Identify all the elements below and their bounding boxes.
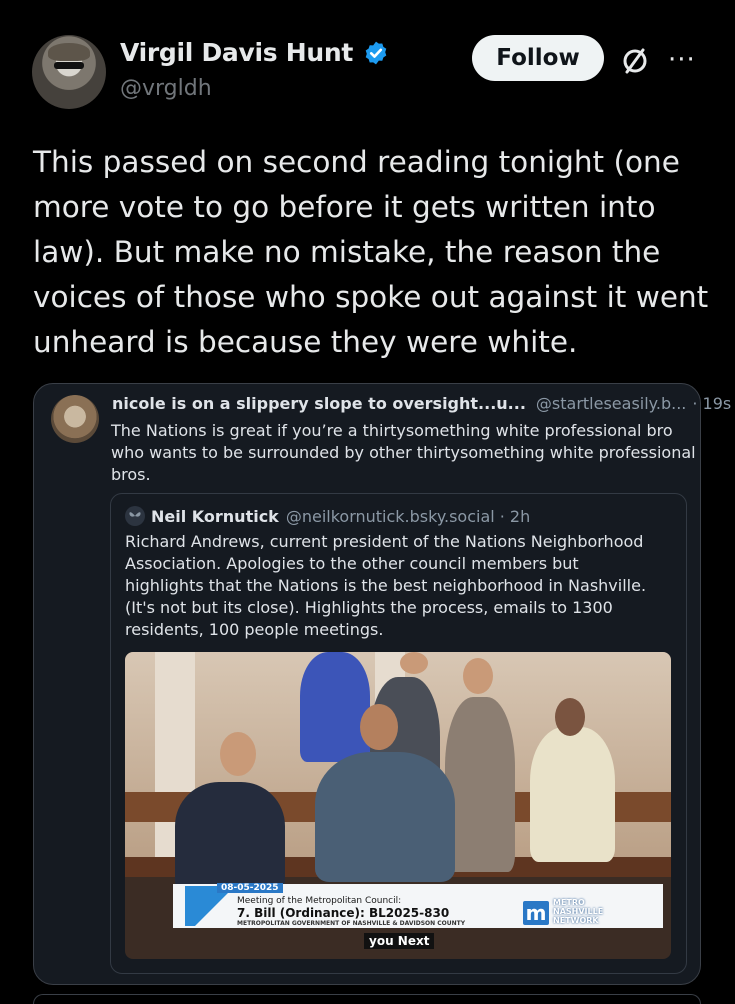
verified-badge-icon — [365, 41, 387, 64]
quoted-timestamp: · 19s — [692, 394, 732, 413]
video-date: 08-05-2025 — [217, 883, 283, 893]
author-avatar[interactable] — [32, 35, 106, 109]
video-caption: you Next — [364, 933, 435, 949]
inner-timestamp: · 2h — [499, 506, 531, 526]
inner-avatar[interactable] — [125, 506, 145, 526]
video-meeting-line: Meeting of the Metropolitan Council: — [237, 896, 402, 906]
inner-text: Richard Andrews, current president of th… — [125, 532, 647, 639]
more-icon[interactable]: ··· — [668, 45, 696, 75]
quoted-handle[interactable]: @startleseasily.b... — [536, 394, 686, 413]
inner-header: Neil Kornutick @neilkornutick.bsky.social… — [125, 506, 530, 526]
quoted-avatar[interactable] — [51, 395, 99, 443]
inner-name[interactable]: Neil Kornutick — [151, 507, 279, 526]
author-name-row: Virgil Davis Hunt — [120, 38, 389, 67]
quoted-name[interactable]: nicole is on a slippery slope to oversig… — [112, 394, 526, 413]
metro-network-logo: m — [523, 901, 549, 925]
video-thumbnail[interactable]: 08-05-2025 Meeting of the Metropolitan C… — [125, 652, 671, 959]
video-government-line: METROPOLITAN GOVERNMENT OF NASHVILLE & D… — [237, 920, 466, 927]
video-bill-line: 7. Bill (Ordinance): BL2025-830 — [237, 906, 450, 920]
tweet-text: This passed on second reading tonight (o… — [33, 145, 709, 359]
quoted-header: nicole is on a slippery slope to oversig… — [112, 394, 731, 413]
bluesky-butterfly-icon — [129, 512, 141, 517]
author-handle[interactable]: @vrgldh — [120, 76, 212, 101]
next-card-edge — [33, 994, 701, 1004]
quoted-text: The Nations is great if you’re a thirtys… — [111, 421, 696, 484]
metro-network-name: METRO NASHVILLE NETWORK — [553, 898, 604, 925]
inner-handle[interactable]: @neilkornutick.bsky.social — [286, 507, 495, 526]
follow-button[interactable]: Follow — [472, 35, 604, 81]
grok-icon[interactable] — [618, 44, 652, 78]
author-display-name[interactable]: Virgil Davis Hunt — [120, 38, 353, 67]
